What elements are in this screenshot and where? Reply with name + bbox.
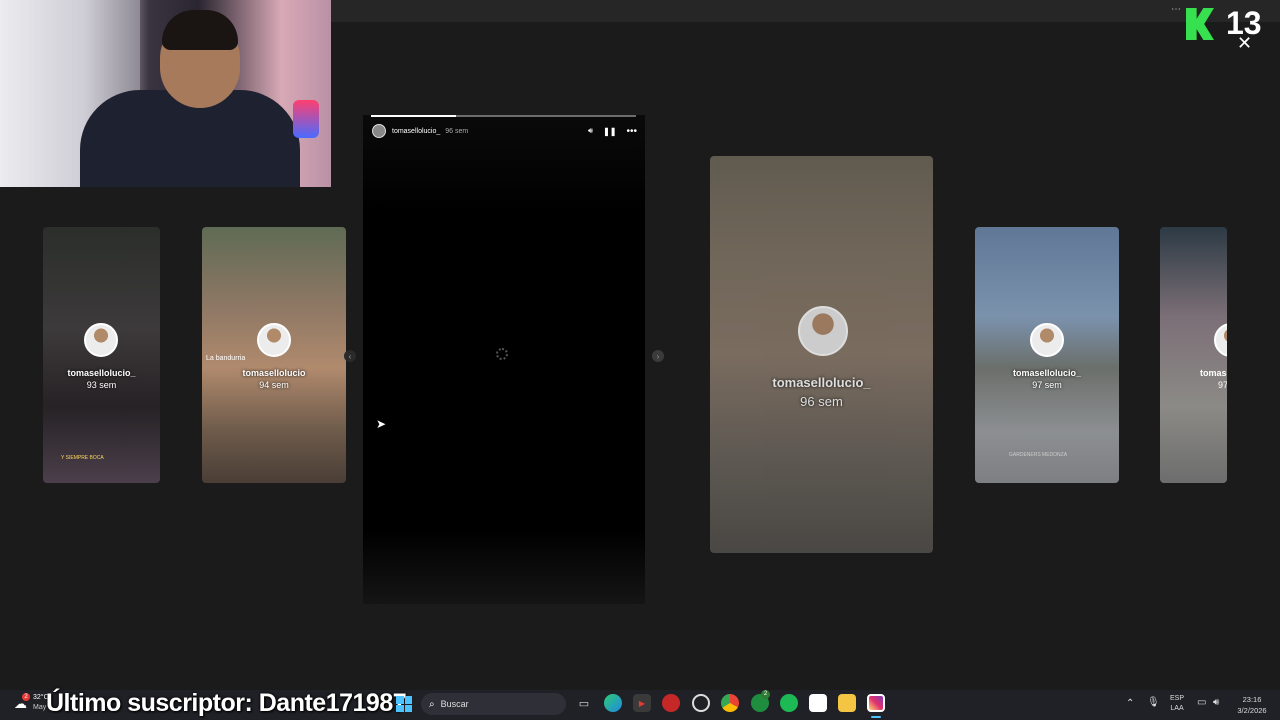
chrome-icon[interactable] (721, 694, 739, 712)
tray-chevron-icon[interactable]: ⌃ (1126, 698, 1134, 709)
task-view-icon[interactable]: ▭ (575, 694, 593, 712)
volume-icon[interactable]: 🔊︎ (1213, 697, 1219, 708)
avatar (798, 306, 848, 356)
capcut-icon[interactable] (809, 694, 827, 712)
story-username: tomas (1200, 368, 1227, 378)
story-caption: GARDENERS MEDONZA (1009, 452, 1068, 458)
volume-icon[interactable]: 🔊︎ (588, 126, 593, 136)
story-time: 94 sem (259, 380, 289, 390)
story-time: 96 sem (445, 127, 469, 135)
story-time: 97 (1218, 380, 1227, 390)
story-header: tomasellolucio_ 96 sem 🔊︎ ❚❚ ••• (372, 123, 637, 139)
story-preview-1[interactable]: tomasellolucio_ 93 sem Y SIEMPRE BOCA (43, 227, 160, 483)
mouse-cursor-icon: ➤ (376, 417, 387, 431)
story-time: 97 sem (1032, 380, 1062, 390)
microphone-icon[interactable]: 🎙︎ (1147, 697, 1160, 708)
channel-logo: 13 (1186, 6, 1276, 44)
close-icon[interactable]: ✕ (1237, 34, 1252, 52)
network-icon[interactable]: ▭ (1197, 697, 1206, 708)
more-options-icon[interactable]: ••• (626, 126, 637, 137)
xbox-icon[interactable]: 2 (751, 690, 770, 712)
windows-start-icon[interactable] (396, 696, 412, 712)
avatar (257, 323, 291, 357)
search-placeholder: Buscar (440, 699, 469, 709)
language-primary: ESP (1170, 695, 1185, 702)
language-secondary: LAA (1170, 705, 1184, 712)
story-preview-3[interactable]: tomasellolucio_ 96 sem (710, 156, 933, 553)
media-app-icon[interactable]: ▶ (633, 694, 651, 712)
story-preview-5[interactable]: tomas 97 (1160, 227, 1227, 483)
avatar (84, 323, 118, 357)
language-indicator[interactable]: ESP LAA (1170, 694, 1184, 714)
active-app-indicator (871, 716, 881, 718)
more-options-icon[interactable]: ⋯ (1171, 4, 1181, 15)
kick-logo-icon (1186, 8, 1214, 40)
webcam-overlay (0, 0, 331, 187)
loading-spinner-icon (496, 348, 508, 360)
story-preview-4[interactable]: tomasellolucio_ 97 sem GARDENERS MEDONZA (975, 227, 1119, 483)
xbox-badge: 2 (761, 690, 770, 699)
search-icon: ⌕ (429, 698, 435, 710)
story-username: tomasellolucio_ (67, 368, 136, 378)
file-explorer-icon[interactable] (838, 694, 856, 712)
story-caption: La bandurria (206, 355, 246, 362)
instagram-icon[interactable] (867, 694, 885, 712)
story-time: 93 sem (86, 380, 117, 390)
webcam-person-hair (162, 10, 238, 50)
clock-date: 3/2/2026 (1237, 706, 1267, 715)
webcam-rgb-light (293, 100, 319, 138)
weather-desc: May (33, 704, 47, 711)
clock-time: 23:16 (1242, 695, 1262, 704)
next-story-button[interactable]: › (652, 350, 664, 362)
weather-badge: 2 (22, 693, 30, 701)
subscriber-overlay: Último suscriptor: Dante171987 (46, 689, 407, 717)
avatar[interactable] (372, 124, 386, 138)
pause-icon[interactable]: ❚❚ (603, 127, 616, 136)
avatar (1030, 323, 1064, 357)
story-username: tomasellolucio (242, 368, 306, 378)
story-username: tomasellolucio_ (1012, 368, 1082, 378)
story-preview-2[interactable]: La bandurria tomasellolucio 94 sem (202, 227, 346, 483)
story-username[interactable]: tomasellolucio_ (392, 128, 440, 135)
story-progress-fill (371, 115, 456, 117)
story-caption: Y SIEMPRE BOCA (61, 455, 104, 461)
taskbar-search[interactable]: ⌕ Buscar (421, 693, 566, 715)
record-app-icon[interactable] (662, 694, 680, 712)
obs-icon[interactable] (692, 694, 710, 712)
story-username: tomasellolucio_ (772, 375, 871, 390)
edge-icon[interactable] (604, 694, 622, 712)
avatar (1214, 323, 1227, 357)
clock[interactable]: 23:16 3/2/2026 (1232, 694, 1272, 716)
previous-story-button[interactable]: ‹ (344, 350, 356, 362)
spotify-icon[interactable] (780, 694, 798, 712)
story-time: 96 sem (800, 394, 843, 409)
